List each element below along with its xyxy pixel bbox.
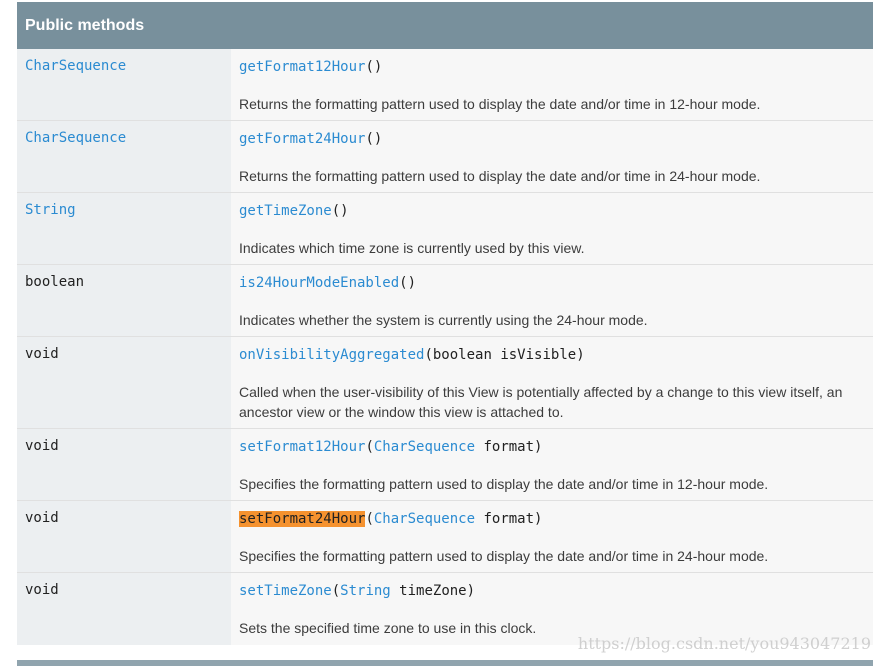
param-name: timeZone [399,583,467,599]
method-description: Indicates whether the system is currentl… [239,312,648,328]
method-row: CharSequence getFormat12Hour() Returns t… [17,49,873,121]
method-args: () [331,203,349,219]
return-type-cell: void [17,337,231,428]
return-type-link[interactable]: CharSequence [25,58,126,74]
param-type: boolean [432,347,492,363]
args-open: ( [365,511,374,527]
method-signature: setTimeZone(String timeZone) [239,582,859,600]
method-signature: is24HourModeEnabled() [239,274,859,292]
return-type-cell: String [17,193,231,264]
method-args: () [365,131,383,147]
method-description: Called when the user-visibility of this … [239,384,843,420]
method-link[interactable]: getTimeZone [239,203,332,219]
method-signature: getFormat24Hour() [239,130,859,148]
method-cell: setFormat24Hour(CharSequence format) Spe… [231,501,873,572]
args-close: ) [466,583,476,599]
method-cell: getTimeZone() Indicates which time zone … [231,193,873,264]
param-name: format [483,511,535,527]
method-cell: setFormat12Hour(CharSequence format) Spe… [231,429,873,500]
table-bottom-bar [17,660,873,666]
method-signature: setFormat12Hour(CharSequence format) [239,438,859,456]
return-type-text: void [25,346,59,362]
method-description: Specifies the formatting pattern used to… [239,548,769,564]
method-row: void setFormat12Hour(CharSequence format… [17,429,873,501]
param-type-link[interactable]: CharSequence [374,439,475,455]
return-type-cell: boolean [17,265,231,336]
return-type-cell: void [17,573,231,645]
method-row: void setFormat24Hour(CharSequence format… [17,501,873,573]
param-name: format [483,439,535,455]
return-type-text: void [25,510,59,526]
method-row: boolean is24HourModeEnabled() Indicates … [17,265,873,337]
method-description: Returns the formatting pattern used to d… [239,168,761,184]
param-type-link[interactable]: CharSequence [374,511,475,527]
return-type-cell: void [17,501,231,572]
method-row: String getTimeZone() Indicates which tim… [17,193,873,265]
args-open: ( [331,583,341,599]
method-description: Indicates which time zone is currently u… [239,240,585,256]
return-type-text: boolean [25,274,85,290]
args-open: ( [424,347,433,363]
method-row: void onVisibilityAggregated(boolean isVi… [17,337,873,429]
method-description: Returns the formatting pattern used to d… [239,96,761,112]
param-type-link[interactable]: String [340,583,391,599]
return-type-cell: void [17,429,231,500]
method-link[interactable]: getFormat12Hour [239,59,365,75]
return-type-link[interactable]: String [25,202,76,218]
method-link[interactable]: getFormat24Hour [239,131,365,147]
return-type-cell: CharSequence [17,121,231,192]
method-signature: getFormat12Hour() [239,58,859,76]
method-cell: getFormat24Hour() Returns the formatting… [231,121,873,192]
method-link[interactable]: setTimeZone [239,583,332,599]
return-type-link[interactable]: CharSequence [25,130,126,146]
method-signature: getTimeZone() [239,202,859,220]
args-close: ) [534,511,543,527]
method-link[interactable]: onVisibilityAggregated [239,347,424,363]
args-close: ) [576,347,585,363]
method-link[interactable]: is24HourModeEnabled [239,275,399,291]
method-args: () [365,59,383,75]
method-description: Specifies the formatting pattern used to… [239,476,769,492]
method-link[interactable]: setFormat12Hour [239,439,365,455]
table-header: Public methods [17,2,873,49]
method-row: CharSequence getFormat24Hour() Returns t… [17,121,873,193]
method-link-highlighted[interactable]: setFormat24Hour [239,511,366,527]
args-close: ) [534,439,543,455]
method-args: () [399,275,417,291]
public-methods-table: Public methods CharSequence getFormat12H… [17,2,873,645]
method-cell: is24HourModeEnabled() Indicates whether … [231,265,873,336]
return-type-cell: CharSequence [17,49,231,120]
method-cell: onVisibilityAggregated(boolean isVisible… [231,337,873,428]
method-signature: setFormat24Hour(CharSequence format) [239,510,859,528]
return-type-text: void [25,582,59,598]
param-name: isVisible [500,347,577,363]
args-open: ( [365,439,374,455]
watermark: https://blog.csdn.net/you943047219 [577,634,871,653]
return-type-text: void [25,438,59,454]
method-cell: getFormat12Hour() Returns the formatting… [231,49,873,120]
method-signature: onVisibilityAggregated(boolean isVisible… [239,346,859,364]
